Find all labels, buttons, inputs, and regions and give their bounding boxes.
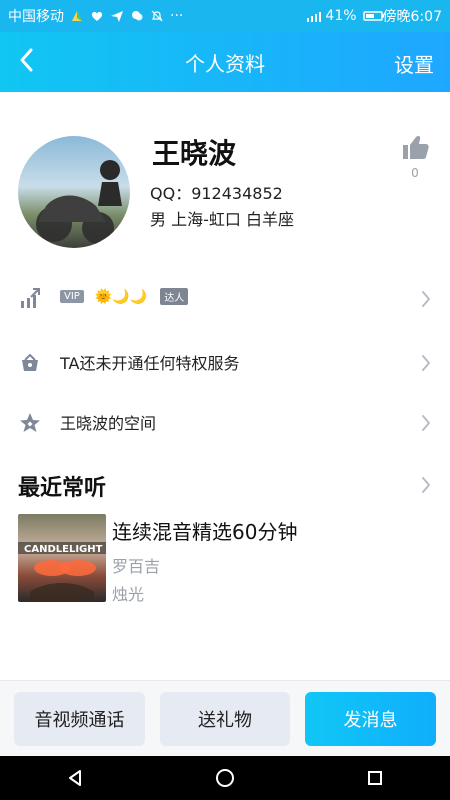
row-space[interactable]: 王晓波的空间	[0, 393, 450, 453]
chevron-left-icon	[17, 47, 35, 77]
talent-badge: 达人	[160, 288, 189, 305]
battery-percent: 41%	[325, 8, 357, 24]
nav-recents-icon[interactable]	[363, 766, 387, 790]
page-title: 个人资料	[185, 51, 265, 76]
avatar-photo	[36, 160, 122, 244]
vip-labels: VIP 🌞🌙🌙 达人	[60, 286, 194, 305]
nav-home-icon[interactable]	[213, 766, 237, 790]
chevron-right-icon[interactable]	[420, 475, 432, 495]
recent-title: 最近常听	[18, 476, 107, 501]
send-gift-button[interactable]: 送礼物	[160, 692, 290, 746]
vip-level-icons: 🌞🌙🌙	[94, 288, 148, 305]
album-cover-text: CANDLELIGHT	[24, 544, 103, 555]
bottom-actions: 音视频通话 送礼物 发消息	[0, 680, 450, 756]
like-button[interactable]: 0	[398, 134, 432, 180]
status-bar: 中国移动 ··· 41% 傍晚6:07	[0, 0, 450, 32]
privileges-label: TA还未开通任何特权服务	[60, 354, 240, 373]
chevron-right-icon	[420, 353, 432, 373]
heart-icon	[90, 9, 104, 23]
track-album: 烛光	[112, 585, 145, 604]
chevron-right-icon	[420, 413, 432, 433]
row-vip[interactable]: VIP 🌞🌙🌙 达人	[0, 269, 450, 329]
chat-icon	[130, 9, 144, 23]
level-up-icon	[18, 287, 42, 311]
star-icon	[18, 411, 42, 435]
battery-icon	[362, 9, 384, 23]
album-cover[interactable]: CANDLELIGHT	[18, 514, 106, 602]
track-title[interactable]: 连续混音精选60分钟	[112, 516, 297, 545]
settings-button[interactable]: 设置	[394, 49, 434, 78]
titlebar: 个人资料 设置	[0, 32, 450, 92]
clock: 傍晚6:07	[382, 9, 442, 25]
profile-info: 男 上海-虹口 白羊座	[150, 210, 294, 229]
send-icon	[110, 9, 124, 23]
status-right: 41% 傍晚6:07	[305, 6, 442, 26]
status-left: 中国移动 ···	[8, 6, 183, 26]
row-privileges[interactable]: TA还未开通任何特权服务	[0, 333, 450, 393]
crown-bag-icon	[18, 351, 42, 375]
avatar[interactable]	[18, 136, 130, 248]
profile-header: 王晓波 QQ：912434852 男 上海-虹口 白羊座 0	[0, 92, 450, 262]
back-button[interactable]	[10, 46, 42, 78]
thumbs-up-icon	[400, 135, 430, 164]
track-artist: 罗百吉	[112, 557, 161, 576]
av-call-button[interactable]: 音视频通话	[14, 692, 145, 746]
qq-number: QQ：912434852	[150, 184, 283, 203]
status-dots: ···	[170, 8, 184, 24]
album-cover-image: CANDLELIGHT	[18, 542, 106, 602]
carrier-name: 中国移动	[8, 9, 64, 25]
space-label: 王晓波的空间	[60, 414, 157, 433]
signal-icon	[305, 9, 322, 23]
vip-badge: VIP	[60, 290, 84, 303]
nav-back-icon[interactable]	[63, 766, 87, 790]
chevron-right-icon	[420, 289, 432, 309]
profile-name: 王晓波	[152, 137, 237, 170]
carrier-color-icon	[70, 9, 84, 23]
like-count: 0	[411, 166, 419, 180]
bell-off-icon	[150, 9, 164, 23]
send-message-button[interactable]: 发消息	[305, 692, 436, 746]
android-navbar	[0, 756, 450, 800]
